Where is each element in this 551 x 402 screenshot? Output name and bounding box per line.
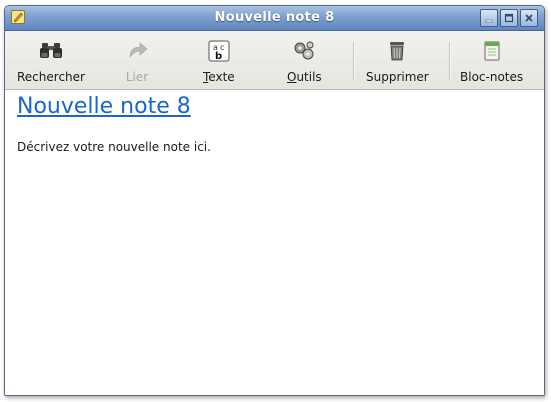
minimize-icon xyxy=(485,19,493,23)
toolbar-separator xyxy=(353,42,354,80)
gears-icon xyxy=(294,41,314,60)
tools-label: Outils xyxy=(287,70,322,84)
link-button[interactable]: Lier xyxy=(124,39,150,85)
note-body-text[interactable]: Décrivez votre nouvelle note ici. xyxy=(17,140,211,154)
link-arrow-icon xyxy=(129,42,148,58)
search-label: Rechercher xyxy=(17,70,85,84)
trash-icon xyxy=(390,42,405,61)
svg-text:b: b xyxy=(215,51,222,62)
notebook-button[interactable]: Bloc-notes xyxy=(460,39,523,85)
maximize-button[interactable] xyxy=(500,9,518,27)
minimize-button[interactable] xyxy=(480,9,498,27)
note-editor[interactable]: Nouvelle note 8 Décrivez votre nouvelle … xyxy=(5,90,544,395)
notebook-label: Bloc-notes xyxy=(460,70,524,84)
tools-label-rest: utils xyxy=(296,70,322,84)
close-button[interactable] xyxy=(520,9,538,27)
delete-label: Supprimer xyxy=(366,70,429,84)
title-bar[interactable]: Nouvelle note 8 xyxy=(5,6,544,31)
text-style-icon: a c b xyxy=(208,40,230,62)
text-style-label: Texte xyxy=(203,70,235,84)
window-title: Nouvelle note 8 xyxy=(214,10,335,25)
close-icon xyxy=(525,14,533,22)
link-label: Lier xyxy=(125,70,149,84)
text-style-button[interactable]: a c b Texte xyxy=(203,39,235,85)
search-button[interactable]: Rechercher xyxy=(17,39,85,85)
maximize-icon xyxy=(504,13,514,23)
delete-button[interactable]: Supprimer xyxy=(366,39,429,85)
tools-button[interactable]: Outils xyxy=(287,39,322,85)
note-title[interactable]: Nouvelle note 8 xyxy=(17,94,191,119)
text-label-rest: exte xyxy=(208,70,235,84)
note-window: Nouvelle note 8 Rechercher Lier a c b Te… xyxy=(4,5,545,396)
toolbar: Rechercher Lier a c b Texte Outils Suppr… xyxy=(5,31,544,90)
binoculars-icon xyxy=(39,43,62,58)
notebook-icon xyxy=(484,41,500,61)
toolbar-separator xyxy=(449,42,450,80)
